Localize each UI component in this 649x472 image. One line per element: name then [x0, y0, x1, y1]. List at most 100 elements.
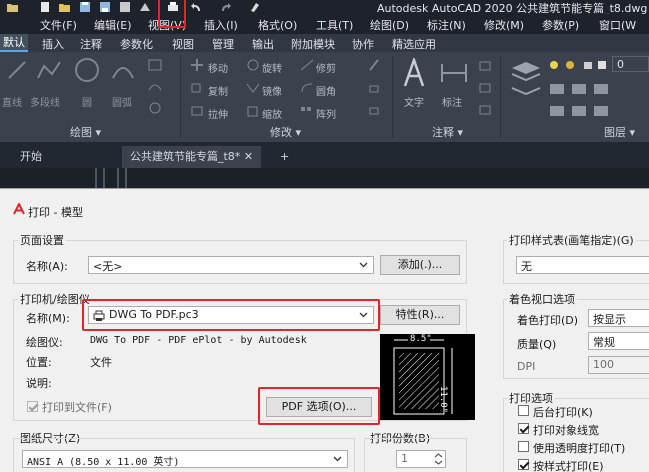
annotation-more-icons[interactable]	[478, 60, 492, 120]
web-save-icon[interactable]	[118, 1, 132, 13]
quality-label: 质量(Q)	[517, 338, 557, 351]
menu-parametric[interactable]: 参数(P)	[542, 17, 579, 33]
ribbon-tab-featured[interactable]: 精选应用	[392, 36, 436, 52]
menu-window[interactable]: 窗口(W	[599, 17, 636, 33]
plotter-value: DWG To PDF - PDF ePlot - by Autodesk	[90, 335, 307, 346]
modify-extra-icons[interactable]	[368, 58, 380, 122]
menu-draw[interactable]: 绘图(D)	[370, 17, 409, 33]
ribbon-tab-parametric[interactable]: 参数化	[120, 36, 153, 52]
background-plot-checkbox[interactable]	[518, 405, 529, 416]
line-tool-icon[interactable]	[6, 58, 28, 82]
match-properties-icon[interactable]	[248, 1, 262, 13]
spinner-arrows-icon[interactable]	[434, 452, 443, 466]
menu-format[interactable]: 格式(O)	[258, 17, 297, 33]
ribbon-tab-view[interactable]: 视图	[172, 36, 194, 52]
stretch-tool[interactable]: 拉伸	[208, 106, 228, 121]
drawing-canvas[interactable]	[0, 168, 649, 188]
document-tab-bar: 开始 公共建筑节能专篇_t8* ✕ +	[0, 142, 649, 168]
paper-preview-drawing	[393, 335, 453, 415]
close-tab-icon[interactable]: ✕	[244, 150, 253, 163]
mirror-tool[interactable]: 镜像	[262, 83, 282, 98]
plot-to-file-label: 打印到文件(F)	[42, 401, 112, 414]
modify-tool-icons	[191, 59, 203, 116]
modify-panel-title[interactable]: 修改 ▾	[270, 124, 301, 140]
copies-spinner[interactable]: 1	[396, 450, 446, 468]
open-folder-icon[interactable]	[6, 1, 20, 13]
arc-tool-label: 圆弧	[112, 98, 132, 109]
trim-tool[interactable]: 修剪	[316, 60, 336, 75]
ribbon-panels: 直线 多段线 圆 圆弧 移动 旋转 修剪 复制 镜像 圆角 拉伸 缩放 阵列 文…	[0, 52, 649, 142]
redo-icon[interactable]	[218, 1, 232, 13]
draw-panel-title[interactable]: 绘图 ▾	[70, 124, 101, 140]
circle-tool-label: 圆	[82, 98, 92, 109]
scale-tool[interactable]: 缩放	[262, 106, 282, 121]
save-as-icon[interactable]	[98, 1, 112, 13]
menu-dimension[interactable]: 标注(N)	[427, 17, 466, 33]
move-tool[interactable]: 移动	[208, 60, 228, 75]
ribbon-tab-annotate[interactable]: 注释	[80, 36, 102, 52]
plot-lineweights-checkbox[interactable]	[518, 423, 529, 434]
share-icon[interactable]	[138, 1, 152, 13]
open-icon[interactable]	[58, 1, 72, 13]
drawing-tab[interactable]: 公共建筑节能专篇_t8* ✕	[122, 146, 262, 168]
plot-style-dropdown[interactable]: 无	[516, 256, 649, 274]
layer-panel-title[interactable]: 图层 ▾	[604, 124, 635, 140]
dpi-value: 100	[593, 358, 614, 371]
menu-tools[interactable]: 工具(T)	[316, 17, 353, 33]
ribbon-tab-insert[interactable]: 插入	[42, 36, 64, 52]
shaded-viewport-title: 着色视口选项	[507, 291, 577, 307]
plot-icon-highlight	[158, 0, 186, 28]
chevron-down-icon	[359, 262, 368, 268]
dpi-input[interactable]: 100	[588, 356, 649, 374]
layer-tool-icons[interactable]	[548, 82, 638, 122]
ribbon-tab-collaborate[interactable]: 协作	[352, 36, 374, 52]
arc-tool-icon[interactable]	[110, 58, 136, 82]
plot-transparency-checkbox[interactable]	[518, 441, 529, 452]
copy-tool[interactable]: 复制	[208, 83, 228, 98]
plot-to-file-checkbox[interactable]	[27, 401, 38, 412]
fillet-tool[interactable]: 圆角	[316, 83, 336, 98]
text-tool-label: 文字	[404, 98, 424, 109]
add-page-setup-button[interactable]: 添加(.)...	[380, 255, 460, 275]
annotation-panel-title[interactable]: 注释 ▾	[432, 124, 463, 140]
ribbon-tab-home[interactable]: 默认	[0, 34, 28, 52]
new-file-icon[interactable]	[38, 1, 52, 13]
save-icon[interactable]	[78, 1, 92, 13]
background-plot-label: 后台打印(K)	[533, 406, 593, 419]
start-tab[interactable]: 开始	[20, 146, 42, 168]
menu-file[interactable]: 文件(F)	[40, 17, 77, 33]
menu-modify[interactable]: 修改(M)	[484, 17, 524, 33]
drawing-lines	[95, 168, 127, 188]
page-setup-name-dropdown[interactable]: <无>	[88, 256, 374, 274]
polyline-tool-icon[interactable]	[36, 58, 62, 82]
quality-dropdown[interactable]: 常规	[588, 332, 649, 350]
text-tool-icon[interactable]	[402, 58, 426, 88]
description-label: 说明:	[26, 377, 52, 390]
shade-plot-dropdown[interactable]: 按显示	[588, 309, 649, 327]
array-tool[interactable]: 阵列	[316, 106, 336, 121]
undo-icon[interactable]	[190, 1, 204, 13]
modify-tool-icons-2	[246, 59, 260, 117]
plot-lineweights-label: 打印对象线宽	[533, 424, 599, 437]
ribbon-tab-output[interactable]: 输出	[252, 36, 274, 52]
menu-edit[interactable]: 编辑(E)	[94, 17, 132, 33]
paper-preview: 8.5" 11.0"	[380, 334, 475, 420]
layer-properties-icon[interactable]	[510, 58, 542, 118]
layer-dropdown[interactable]: 0	[612, 56, 649, 72]
ribbon-tab-manage[interactable]: 管理	[212, 36, 234, 52]
rotate-tool[interactable]: 旋转	[262, 60, 282, 75]
menu-insert[interactable]: 插入(I)	[204, 17, 238, 33]
plot-with-styles-checkbox[interactable]	[518, 459, 529, 470]
preview-height-label: 11.0"	[438, 386, 448, 414]
dimension-tool-icon[interactable]	[440, 60, 468, 86]
ribbon-tab-addins[interactable]: 附加模块	[291, 36, 335, 52]
paper-size-dropdown[interactable]: ANSI A (8.50 x 11.00 英寸)	[22, 450, 348, 468]
layer-panel-label: 图层	[604, 126, 626, 139]
shade-plot-label: 着色打印(D)	[517, 314, 579, 327]
circle-tool-icon[interactable]	[74, 56, 100, 84]
plotter-label: 绘图仪:	[26, 336, 63, 349]
printer-properties-button[interactable]: 特性(R)...	[380, 305, 460, 325]
draw-more-icons[interactable]	[146, 58, 166, 118]
paper-size-value: ANSI A (8.50 x 11.00 英寸)	[27, 457, 180, 468]
new-tab-button[interactable]: +	[280, 146, 289, 168]
